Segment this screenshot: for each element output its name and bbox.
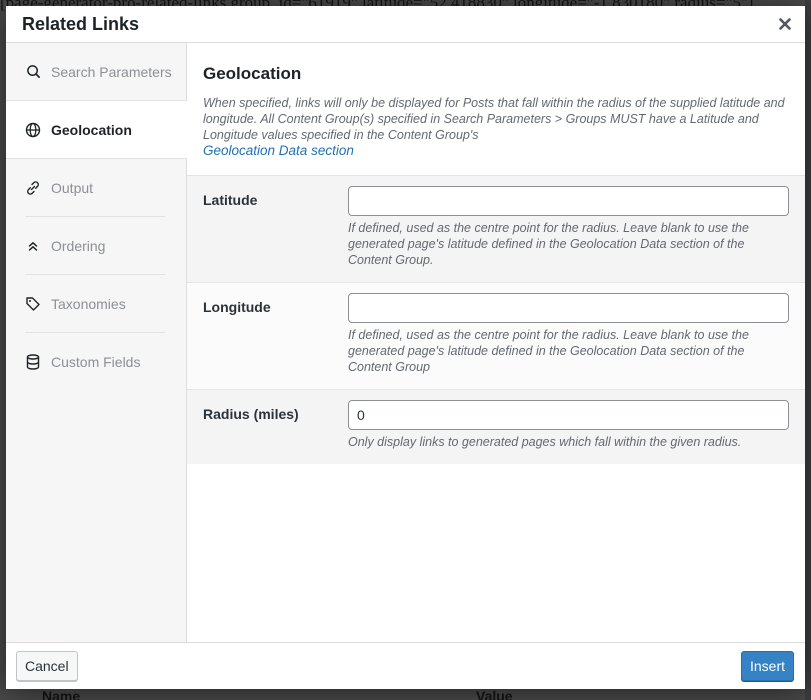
longitude-input[interactable] [348,293,789,323]
latitude-row: Latitude If defined, used as the centre … [187,175,805,282]
tab-taxonomies[interactable]: Taxonomies [6,275,186,333]
longitude-help: If defined, used as the centre point for… [348,328,749,374]
latitude-label: Latitude [203,192,258,208]
longitude-label: Longitude [203,299,271,315]
cancel-button[interactable]: Cancel [16,651,78,681]
sidebar: Search Parameters Geolocation Output Ord… [6,43,187,642]
globe-icon [25,122,41,138]
section-intro: Geolocation When specified, links will o… [187,43,805,175]
tab-label: Output [51,180,94,196]
radius-help: Only display links to generated pages wh… [348,435,742,449]
related-links-modal: Related Links Search Parameters Geolocat… [6,6,805,689]
radius-row: Radius (miles) Only display links to gen… [187,389,805,464]
tab-search-parameters[interactable]: Search Parameters [6,43,186,101]
close-button[interactable] [775,14,795,34]
radius-input[interactable] [348,400,789,430]
background-column-value: Value [476,688,513,700]
tab-geolocation[interactable]: Geolocation [6,101,187,159]
section-title: Geolocation [203,64,302,83]
modal-body: Search Parameters Geolocation Output Ord… [6,43,805,642]
tab-custom-fields[interactable]: Custom Fields [6,333,186,391]
double-chevron-up-icon [25,238,41,254]
tab-label: Ordering [51,238,106,254]
tab-label: Taxonomies [51,296,126,312]
tab-content-geolocation: Geolocation When specified, links will o… [187,43,805,642]
close-icon [779,18,791,30]
background-strip [805,0,811,700]
section-description: When specified, links will only be displ… [203,95,789,159]
tab-label: Custom Fields [51,354,141,370]
latitude-help: If defined, used as the centre point for… [348,221,749,267]
latitude-input[interactable] [348,186,789,216]
modal-footer: Cancel Insert [6,642,805,689]
background-column-name: Name [42,688,81,700]
radius-label: Radius (miles) [203,406,299,422]
database-icon [25,354,41,370]
tab-label: Geolocation [51,121,132,138]
link-icon [25,180,41,196]
longitude-row: Longitude If defined, used as the centre… [187,282,805,389]
tag-icon [25,296,41,312]
geolocation-data-section-link[interactable]: Geolocation Data section [203,143,789,159]
insert-button[interactable]: Insert [740,651,794,681]
tab-label: Search Parameters [51,63,172,80]
search-icon [25,64,41,80]
tab-ordering[interactable]: Ordering [6,217,186,275]
section-description-text: When specified, links will only be displ… [203,96,785,142]
tab-output[interactable]: Output [6,159,186,217]
modal-title: Related Links [22,13,140,34]
modal-header: Related Links [6,6,805,43]
